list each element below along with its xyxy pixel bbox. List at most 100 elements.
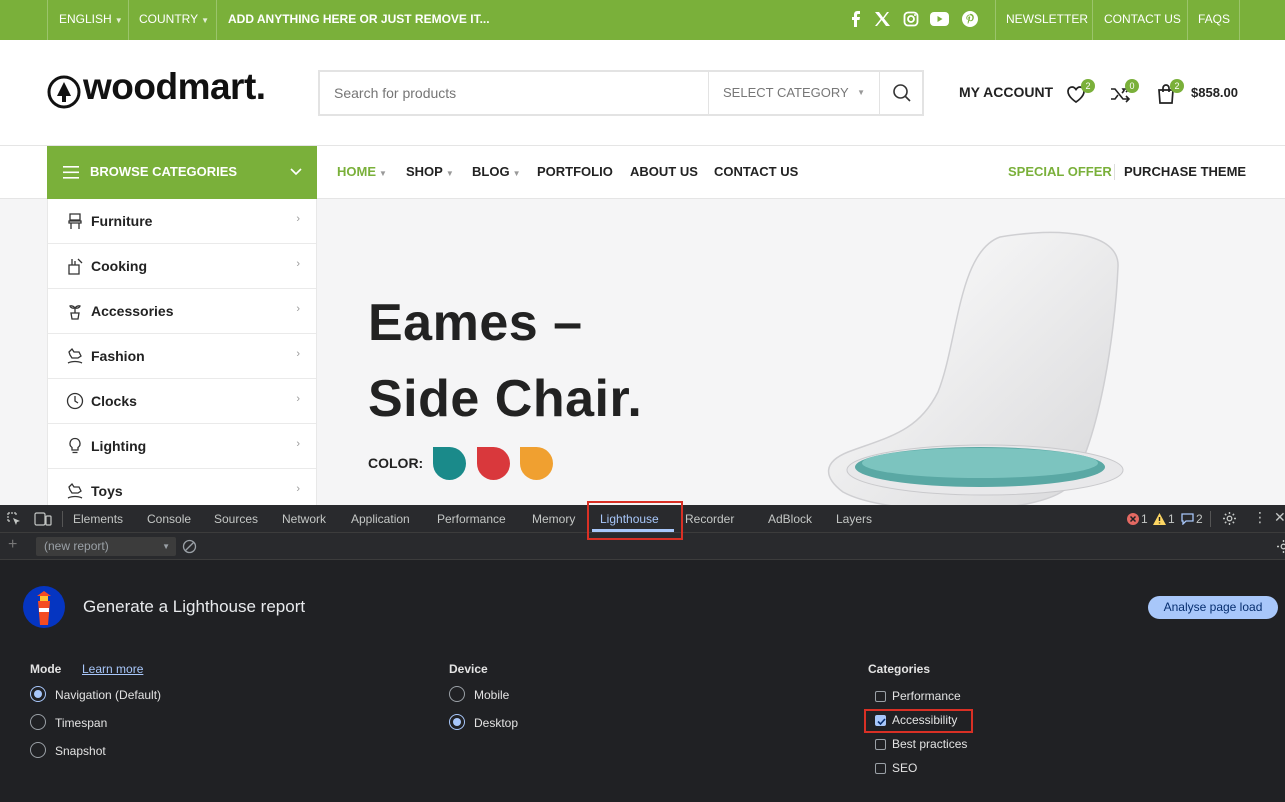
- faqs-link[interactable]: FAQS: [1198, 0, 1230, 40]
- clock-icon: [66, 392, 84, 410]
- my-account-link[interactable]: MY ACCOUNT: [959, 84, 1053, 100]
- category-item-cooking[interactable]: Cooking ›: [48, 244, 316, 289]
- category-best-practices-checkbox[interactable]: [875, 739, 886, 750]
- tab-performance[interactable]: Performance: [437, 512, 506, 526]
- cart-count-badge: 2: [1170, 79, 1184, 93]
- device-mobile-radio[interactable]: [449, 686, 465, 702]
- chevron-right-icon: ›: [296, 303, 300, 315]
- category-item-clocks[interactable]: Clocks ›: [48, 379, 316, 424]
- category-best-practices-label[interactable]: Best practices: [892, 737, 967, 751]
- divider: [216, 0, 217, 40]
- mode-snapshot-radio[interactable]: [30, 742, 46, 758]
- mode-navigation-radio[interactable]: [30, 686, 46, 702]
- nav-portfolio[interactable]: PORTFOLIO: [537, 164, 613, 179]
- category-seo-label[interactable]: SEO: [892, 761, 917, 775]
- youtube-icon[interactable]: [930, 12, 949, 26]
- category-item-furniture[interactable]: Furniture ›: [48, 199, 316, 244]
- compare-count-badge: 0: [1125, 79, 1139, 93]
- nav-home[interactable]: HOME ▼: [337, 164, 387, 179]
- tab-adblock[interactable]: AdBlock: [768, 512, 812, 526]
- logo-tree-icon[interactable]: [47, 75, 81, 109]
- lighthouse-settings-icon[interactable]: [1276, 539, 1285, 554]
- close-icon[interactable]: ✕: [1274, 509, 1285, 526]
- tab-console[interactable]: Console: [147, 512, 191, 526]
- nav-blog[interactable]: BLOG ▼: [472, 164, 520, 179]
- clear-icon[interactable]: [182, 539, 197, 554]
- facebook-icon[interactable]: [849, 11, 863, 27]
- category-item-accessories[interactable]: Accessories ›: [48, 289, 316, 334]
- chevron-right-icon: ›: [296, 348, 300, 360]
- divider: [1210, 511, 1211, 527]
- category-label: Cooking: [91, 258, 147, 274]
- category-performance-checkbox[interactable]: [875, 691, 886, 702]
- x-icon[interactable]: [874, 11, 890, 27]
- special-offer-link[interactable]: SPECIAL OFFER: [1008, 164, 1112, 179]
- devtools-panel: Elements Console Sources Network Applica…: [0, 505, 1285, 802]
- analyse-page-load-button[interactable]: Analyse page load: [1148, 596, 1278, 619]
- chevron-down-icon: ▼: [201, 16, 210, 25]
- category-label: Clocks: [91, 393, 137, 409]
- category-item-fashion[interactable]: Fashion ›: [48, 334, 316, 379]
- purchase-theme-link[interactable]: PURCHASE THEME: [1124, 164, 1246, 179]
- tab-elements[interactable]: Elements: [73, 512, 123, 526]
- contact-us-link[interactable]: CONTACT US: [1104, 0, 1181, 40]
- search-button[interactable]: [879, 72, 922, 114]
- pinterest-icon[interactable]: [962, 11, 978, 27]
- search-input[interactable]: [334, 82, 694, 104]
- device-desktop-radio[interactable]: [449, 714, 465, 730]
- color-swatch-teal[interactable]: [433, 447, 466, 480]
- mode-timespan-radio[interactable]: [30, 714, 46, 730]
- toy-horse-icon: [67, 482, 83, 499]
- color-swatch-red[interactable]: [477, 447, 510, 480]
- browse-categories-button[interactable]: BROWSE CATEGORIES: [47, 146, 317, 199]
- newsletter-link[interactable]: NEWSLETTER: [1006, 0, 1088, 40]
- mode-navigation-label[interactable]: Navigation (Default): [55, 688, 161, 702]
- device-mobile-label[interactable]: Mobile: [474, 688, 509, 702]
- category-select-label: SELECT CATEGORY: [723, 85, 849, 100]
- device-toggle-icon[interactable]: [34, 512, 52, 526]
- tab-application[interactable]: Application: [351, 512, 410, 526]
- report-select[interactable]: (new report) ▼: [36, 537, 176, 556]
- chevron-down-icon: ▼: [114, 16, 123, 25]
- warning-count[interactable]: 1: [1168, 512, 1175, 526]
- language-label: ENGLISH: [59, 12, 112, 26]
- mode-timespan-label[interactable]: Timespan: [55, 716, 107, 730]
- country-selector[interactable]: COUNTRY ▼: [139, 0, 209, 40]
- learn-more-link[interactable]: Learn more: [82, 662, 143, 676]
- mode-snapshot-label[interactable]: Snapshot: [55, 744, 106, 758]
- nav-shop[interactable]: SHOP ▼: [406, 164, 454, 179]
- tab-memory[interactable]: Memory: [532, 512, 575, 526]
- inspect-element-icon[interactable]: [7, 512, 21, 526]
- category-seo-checkbox[interactable]: [875, 763, 886, 774]
- language-selector[interactable]: ENGLISH ▼: [59, 0, 123, 40]
- chevron-right-icon: ›: [296, 213, 300, 225]
- tab-network[interactable]: Network: [282, 512, 326, 526]
- site-logo[interactable]: woodmart.: [83, 66, 266, 108]
- chevron-right-icon: ›: [296, 483, 300, 495]
- hamburger-icon: [63, 166, 79, 179]
- tab-recorder[interactable]: Recorder: [685, 512, 734, 526]
- gear-icon[interactable]: [1222, 511, 1237, 526]
- site-header: woodmart. SELECT CATEGORY ▼ MY ACCOUNT 2…: [0, 40, 1285, 146]
- divider: [1092, 0, 1093, 40]
- nav-blog-label: BLOG: [472, 164, 510, 179]
- color-swatch-orange[interactable]: [520, 447, 553, 480]
- nav-about-us[interactable]: ABOUT US: [630, 164, 698, 179]
- chevron-right-icon: ›: [296, 438, 300, 450]
- category-item-lighting[interactable]: Lighting ›: [48, 424, 316, 469]
- cart-total[interactable]: $858.00: [1191, 85, 1238, 100]
- tab-layers[interactable]: Layers: [836, 512, 872, 526]
- plus-icon[interactable]: +: [8, 536, 17, 554]
- promo-text: ADD ANYTHING HERE OR JUST REMOVE IT...: [228, 12, 490, 26]
- category-item-toys[interactable]: Toys ›: [48, 469, 316, 505]
- tab-sources[interactable]: Sources: [214, 512, 258, 526]
- nav-contact-us[interactable]: CONTACT US: [714, 164, 798, 179]
- divider: [1239, 0, 1240, 40]
- more-options-icon[interactable]: ⋮: [1253, 509, 1267, 526]
- instagram-icon[interactable]: [903, 11, 919, 27]
- category-performance-label[interactable]: Performance: [892, 689, 961, 703]
- message-count[interactable]: 2: [1196, 512, 1203, 526]
- category-select[interactable]: SELECT CATEGORY ▼: [708, 72, 879, 114]
- error-count[interactable]: 1: [1141, 512, 1148, 526]
- device-desktop-label[interactable]: Desktop: [474, 716, 518, 730]
